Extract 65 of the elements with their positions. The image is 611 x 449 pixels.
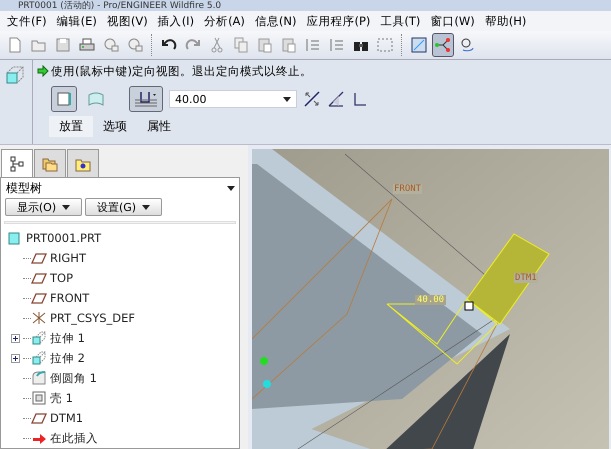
tree-item[interactable]: 在此插入 [50, 430, 98, 446]
save-icon [54, 36, 72, 54]
dropdown-icon [62, 204, 70, 210]
tree-item[interactable]: DTM1 [50, 411, 84, 425]
paste-icon [280, 36, 298, 54]
solid-button[interactable] [51, 86, 77, 112]
depth-field[interactable]: 40.00 [169, 90, 297, 108]
tree-icon [9, 156, 25, 172]
tree-item[interactable]: 拉伸 1 [50, 330, 85, 346]
solid-icon [55, 90, 73, 108]
datum-label: FRONT [393, 184, 422, 194]
datum-label: DTM1 [514, 273, 538, 283]
blind-depth-icon [133, 90, 159, 108]
dashboard-tab[interactable]: 属性 [137, 116, 181, 137]
menu-item[interactable]: 工具(T) [375, 14, 426, 28]
datum-button[interactable] [432, 33, 454, 57]
extrude-icon [4, 64, 26, 86]
plane-icon [31, 291, 47, 305]
depth-option-button[interactable] [129, 86, 163, 112]
surface-icon [87, 90, 105, 108]
expand-icon[interactable] [11, 334, 20, 342]
dropdown-icon [142, 204, 150, 210]
tree-item[interactable]: PRT_CSYS_DEF [50, 311, 136, 325]
plane-icon [31, 251, 47, 265]
view-icon [410, 36, 428, 54]
status-message: 使用(鼠标中键)定向视图。退出定向模式以终止。 [51, 64, 312, 78]
menu-item[interactable]: 帮助(H) [480, 14, 532, 28]
menu-item[interactable]: 编辑(E) [52, 14, 102, 28]
dropdown-button[interactable]: 设置(G) [85, 198, 162, 216]
insert-icon [31, 431, 47, 445]
menu-item[interactable]: 分析(A) [199, 14, 250, 28]
dropdown-icon [283, 96, 291, 102]
shell-icon [31, 391, 47, 405]
tree-item[interactable]: 拉伸 2 [50, 350, 85, 366]
tree-item[interactable]: 倒圆角 1 [50, 370, 97, 386]
plane-icon [31, 271, 47, 285]
menu-item[interactable]: 信息(N) [250, 14, 302, 28]
panel-title: 模型树 [6, 180, 42, 197]
folder-icon [42, 156, 58, 172]
tree-item[interactable]: FRONT [50, 291, 90, 305]
remove-material-icon[interactable] [327, 90, 345, 108]
menu-item[interactable]: 文件(F) [2, 14, 52, 28]
window-title: PRT0001 (活动的) - Pro/ENGINEER Wildfire 5.0 [17, 1, 222, 11]
csys-icon [31, 311, 47, 325]
datum-icon [434, 36, 452, 54]
menu-item[interactable]: 窗口(W) [425, 14, 480, 28]
expand-icon[interactable] [11, 354, 20, 362]
flip-direction-icon[interactable] [303, 90, 321, 108]
navigator-tab[interactable] [1, 149, 33, 177]
dashboard-tab[interactable]: 选项 [93, 116, 137, 137]
plane-icon [31, 411, 47, 425]
tree-item[interactable]: TOP [50, 271, 74, 285]
copy-icon [232, 36, 250, 54]
select-icon [376, 36, 394, 54]
arrow-icon [37, 65, 49, 77]
dashboard-tab[interactable]: 放置 [49, 116, 93, 137]
tree-item[interactable]: PRT0001.PRT [26, 231, 102, 245]
dropdown-button[interactable]: 显示(O) [5, 198, 82, 216]
paste-icon [256, 36, 274, 54]
menu-item[interactable]: 视图(V) [102, 14, 153, 28]
dropdown-icon[interactable] [227, 186, 235, 191]
menu-item[interactable]: 插入(I) [152, 14, 200, 28]
tree-item[interactable]: RIGHT [50, 251, 86, 265]
menu-item[interactable]: 应用程序(P) [301, 14, 376, 28]
tree-item[interactable]: 壳 1 [50, 390, 73, 406]
